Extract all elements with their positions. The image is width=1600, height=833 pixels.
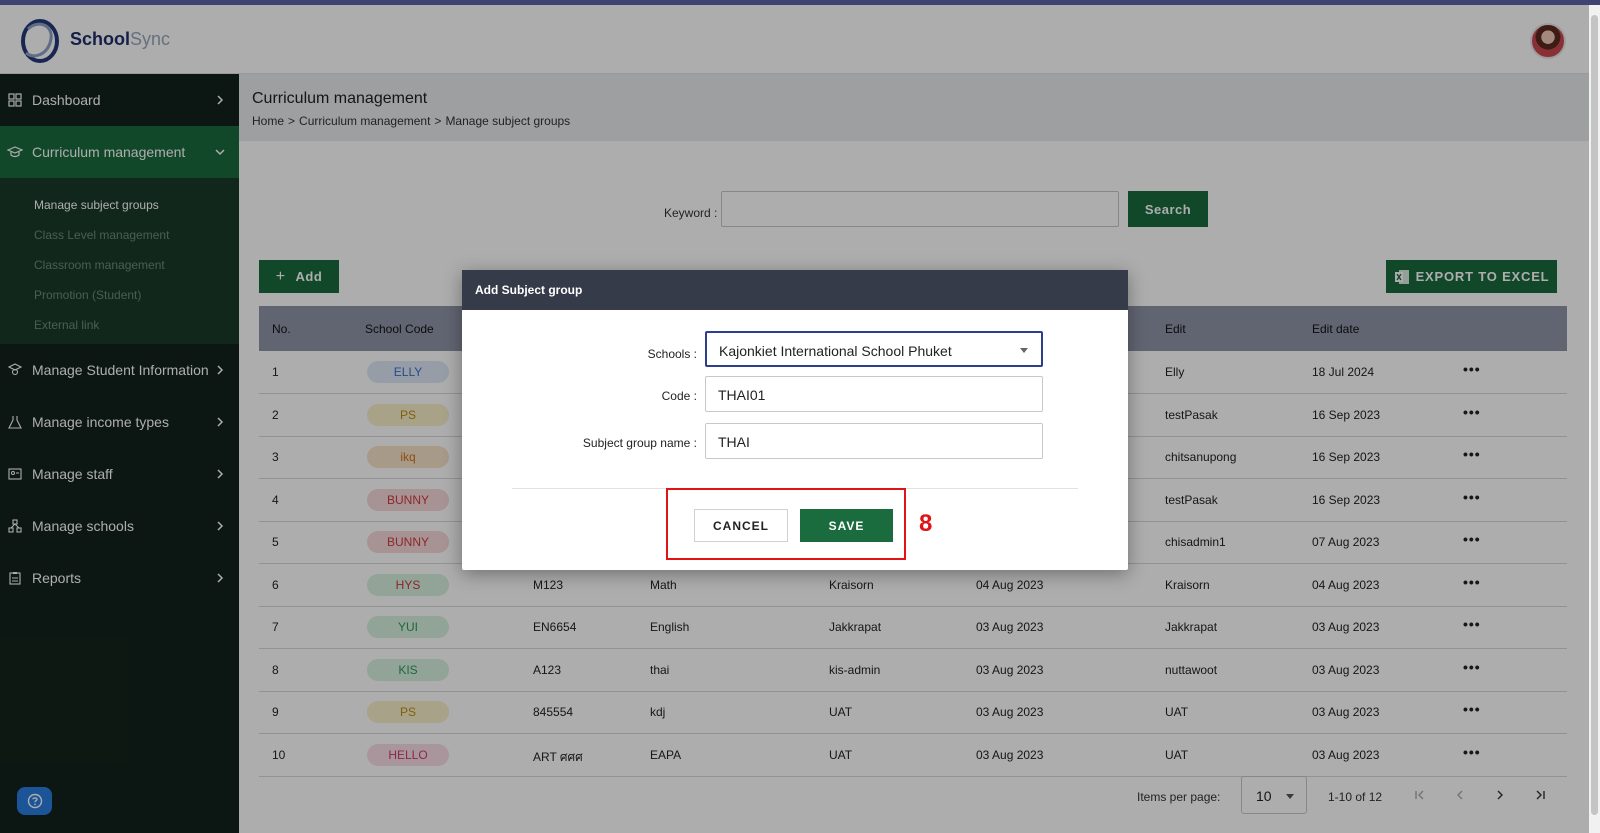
subject-group-name-input[interactable]: THAI [705, 423, 1043, 459]
cancel-button[interactable]: CANCEL [694, 509, 788, 542]
subject-group-name-value: THAI [718, 434, 750, 450]
page-scrollbar[interactable] [1589, 5, 1600, 833]
schools-label: Schools : [647, 347, 697, 361]
code-input[interactable]: THAI01 [705, 376, 1043, 412]
schools-select-value: Kajonkiet International School Phuket [719, 343, 952, 359]
caret-down-icon [1020, 348, 1028, 353]
add-subject-group-dialog: Add Subject group Schools : Kajonkiet In… [462, 270, 1128, 570]
scrollbar-thumb[interactable] [1591, 15, 1598, 815]
schools-select[interactable]: Kajonkiet International School Phuket [705, 331, 1043, 367]
subject-group-name-label: Subject group name : [582, 436, 697, 450]
annotation-step-number: 8 [919, 510, 933, 537]
code-input-value: THAI01 [718, 387, 766, 403]
code-label: Code : [661, 389, 697, 403]
dialog-title: Add Subject group [462, 270, 1128, 310]
save-button[interactable]: SAVE [800, 509, 893, 542]
